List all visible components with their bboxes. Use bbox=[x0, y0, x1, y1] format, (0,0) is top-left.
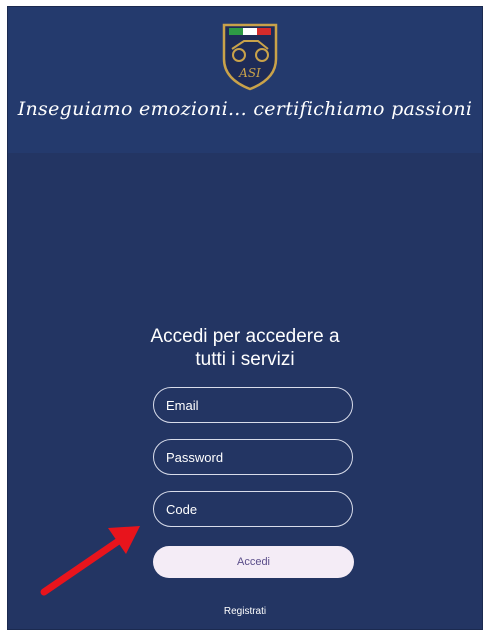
password-field[interactable] bbox=[153, 439, 353, 475]
login-heading: Accedi per accedere a tutti i servizi bbox=[8, 325, 482, 371]
password-input[interactable] bbox=[154, 440, 352, 474]
email-field[interactable] bbox=[153, 387, 353, 423]
red-arrow-icon bbox=[40, 526, 140, 596]
header: ASI Inseguiamo emozioni... certifichiamo… bbox=[8, 7, 482, 153]
heading-line-1: Accedi per accedere a bbox=[150, 326, 340, 347]
logo-text: ASI bbox=[238, 66, 261, 80]
heading-line-2: tutti i servizi bbox=[195, 349, 295, 370]
register-link[interactable]: Registrati bbox=[8, 606, 482, 617]
email-input[interactable] bbox=[154, 388, 352, 422]
tagline: Inseguiamo emozioni... certifichiamo pas… bbox=[17, 98, 473, 120]
code-field[interactable] bbox=[153, 491, 353, 527]
login-button[interactable]: Accedi bbox=[153, 546, 354, 578]
asi-logo-icon: ASI bbox=[222, 23, 278, 91]
code-input[interactable] bbox=[154, 492, 352, 526]
